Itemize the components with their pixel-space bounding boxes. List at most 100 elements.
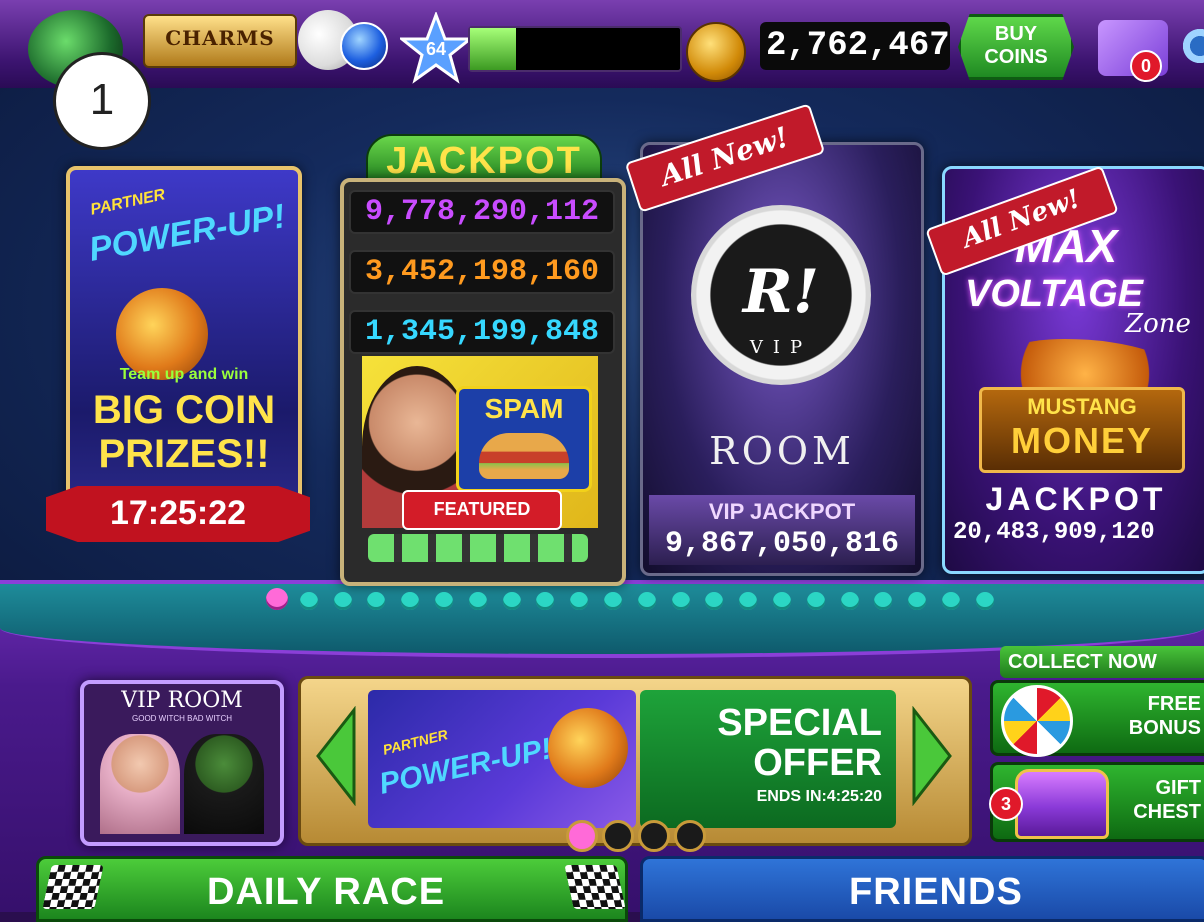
offer-art-panel: PARTNER POWER-UP!: [368, 690, 636, 828]
spam-can: SPAM: [456, 386, 592, 492]
partner-timer: 17:25:22: [109, 494, 247, 532]
pagination-dot[interactable]: [975, 592, 994, 610]
vip-room-thumb-caption: GOOD WITCH BAD WITCH: [132, 714, 232, 723]
buy-coins-line1: BUY: [994, 23, 1038, 45]
sandwich-icon: [479, 433, 569, 479]
partner-subtitle: Team up and win: [119, 366, 249, 383]
vip-emblem-letter: R!: [742, 257, 820, 327]
buy-coins-button[interactable]: BUY COINS: [958, 14, 1074, 80]
vip-room-card[interactable]: R! VIP ROOM VIP JACKPOT 9,867,050,816: [640, 142, 924, 576]
pagination-dot[interactable]: [637, 592, 656, 610]
gift-chest-button[interactable]: 3 GIFT CHEST: [989, 762, 1204, 842]
jackpot-value-grand: 9,778,290,112: [349, 190, 615, 234]
offer-pagination-dot[interactable]: [602, 820, 634, 852]
witch-portrait: [184, 734, 264, 834]
free-bonus-button[interactable]: FREE BONUS: [990, 680, 1204, 757]
level-star-icon[interactable]: 64: [397, 10, 475, 84]
collect-now-header: COLLECT NOW: [1000, 646, 1204, 678]
jackpot-value-minor: 1,345,199,848: [349, 310, 615, 354]
offer-pagination-dot[interactable]: [674, 820, 706, 852]
special-text: SPECIAL: [717, 702, 882, 744]
pagination-dot[interactable]: [671, 592, 690, 610]
offer-text: OFFER: [753, 742, 882, 784]
prize-wheel-icon: [1001, 685, 1073, 757]
gift-count-badge: 0: [1130, 50, 1162, 82]
vip-jackpot-value: 9,867,050,816: [664, 527, 900, 561]
vip-jackpot-panel: VIP JACKPOT 9,867,050,816: [649, 495, 915, 565]
pagination-dot[interactable]: [266, 588, 288, 610]
offer-partner-label: PARTNER: [381, 726, 450, 758]
charms-logo-text: CHARMS: [165, 26, 275, 50]
max-jackpot-value: 20,483,909,120: [953, 519, 1155, 546]
pagination-dot[interactable]: [333, 592, 352, 610]
gift-chest-line1: GIFT: [1155, 777, 1201, 799]
gift-icon[interactable]: 0: [1098, 20, 1168, 82]
checkered-flag-left-icon: [42, 865, 104, 909]
pagination-dot[interactable]: [942, 592, 960, 610]
pagination-dot[interactable]: [435, 592, 453, 610]
vip-room-title: ROOM: [709, 429, 855, 473]
sapphire-gem-icon[interactable]: [340, 22, 388, 70]
offer-coin-hammer-icon: [548, 708, 628, 788]
offer-pagination-dot[interactable]: [566, 820, 598, 852]
treasure-chest-icon: [1015, 769, 1109, 839]
partner-timer-ribbon: 17:25:22: [46, 486, 310, 542]
offer-countdown: ENDS IN:4:25:20: [756, 788, 882, 805]
vip-room-thumbnail[interactable]: VIP ROOM GOOD WITCH BAD WITCH: [80, 680, 284, 846]
level-number: 64: [425, 39, 447, 59]
free-bonus-line2: BONUS: [1128, 717, 1201, 739]
pagination-dot[interactable]: [806, 592, 825, 610]
special-offer-panel: SPECIAL OFFER ENDS IN:4:25:20: [640, 690, 896, 828]
vip-emblem: R! VIP: [691, 205, 871, 385]
jackpot-title: JACKPOT: [386, 140, 582, 182]
vip-room-thumb-label: VIP ROOM: [121, 688, 243, 713]
partner-power-up-card[interactable]: PARTNER POWER-UP! Team up and win BIG CO…: [66, 166, 302, 520]
partner-label: PARTNER: [88, 186, 167, 219]
gift-chest-line2: CHEST: [1133, 801, 1201, 823]
checkered-flag-right-icon: [564, 865, 626, 909]
carousel-prev-arrow[interactable]: [314, 705, 358, 807]
pagination-dot[interactable]: [604, 592, 622, 610]
max-jackpot-label: JACKPOT: [985, 481, 1167, 517]
chest-count-badge: 3: [989, 787, 1023, 821]
xp-progress-fill: [470, 28, 517, 70]
step-number-badge: 1: [53, 52, 151, 150]
top-bar: CHARMS 64 2,762,467 BUY COINS 0: [0, 0, 1204, 91]
coin-icon: [686, 22, 746, 82]
slot-reel-strip: [368, 534, 588, 562]
zone-title: Zone: [1125, 309, 1191, 339]
mustang-money-logo: MUSTANG MONEY: [979, 387, 1185, 473]
coin-balance-value: 2,762,467: [766, 27, 950, 65]
prize-line2: PRIZES!!: [98, 432, 270, 476]
collect-now-text: COLLECT NOW: [1008, 651, 1157, 673]
pagination-dot[interactable]: [299, 592, 318, 610]
coin-balance: 2,762,467: [760, 22, 950, 70]
charms-logo[interactable]: CHARMS: [143, 14, 297, 68]
prize-line1: BIG COIN: [92, 388, 276, 432]
carousel-next-arrow[interactable]: [910, 705, 954, 807]
vip-emblem-text: VIP: [749, 337, 813, 358]
xp-progress-bar: [468, 26, 682, 72]
voltage-title: VOLTAGE: [965, 273, 1144, 315]
daily-race-button[interactable]: DAILY RACE: [36, 856, 628, 922]
settings-gear-icon[interactable]: [1180, 26, 1204, 66]
free-bonus-line1: FREE: [1147, 693, 1201, 715]
glinda-portrait: [100, 734, 180, 834]
jackpot-value-major: 3,452,198,160: [349, 250, 615, 294]
offer-pagination-dot[interactable]: [638, 820, 670, 852]
step-number: 1: [89, 75, 115, 124]
daily-race-label: DAILY RACE: [207, 871, 446, 913]
pagination-dot[interactable]: [773, 592, 791, 610]
money-text: MONEY: [1010, 420, 1153, 461]
friends-button[interactable]: FRIENDS: [640, 856, 1204, 922]
spam-brand: SPAM: [484, 393, 564, 424]
pagination-dot[interactable]: [502, 592, 521, 610]
featured-label: FEATURED: [433, 499, 531, 519]
featured-badge: FEATURED: [402, 490, 562, 530]
pagination-dot[interactable]: [468, 592, 487, 610]
vip-jackpot-label: VIP JACKPOT: [708, 499, 856, 524]
mustang-text: MUSTANG: [1027, 394, 1137, 419]
buy-coins-line2: COINS: [984, 46, 1048, 68]
pagination-dot[interactable]: [840, 592, 859, 610]
friends-label: FRIENDS: [849, 871, 1023, 913]
